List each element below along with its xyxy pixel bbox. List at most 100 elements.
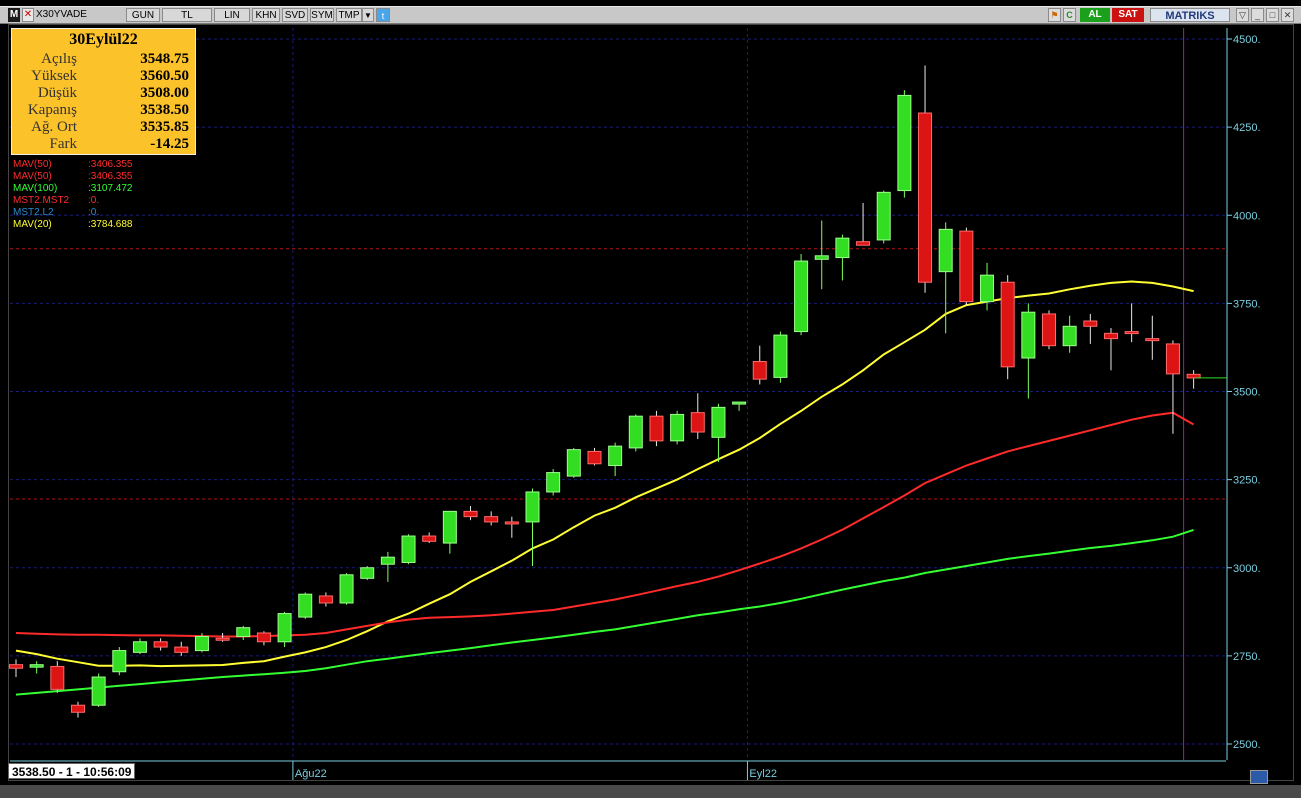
candle-body-up	[360, 567, 375, 579]
legend-entry[interactable]: MST2.L2 :0.	[13, 207, 99, 219]
candle	[608, 442, 623, 477]
candle-body-up	[132, 641, 147, 653]
candle	[484, 511, 499, 526]
candle	[1103, 328, 1118, 371]
candle	[876, 190, 891, 244]
legend-label: MST2.L2	[13, 207, 54, 218]
legend-entry[interactable]: MAV(100):3107.472	[13, 183, 133, 195]
legend-entry[interactable]: MAV(20):3784.688	[13, 219, 133, 231]
candle-body-up	[814, 255, 829, 260]
candle-body-up	[628, 415, 643, 449]
legend-label: MAV(50)	[13, 171, 52, 182]
candle-body-down	[1042, 313, 1056, 347]
candle-body-up	[194, 635, 209, 652]
legend-entry[interactable]: MAV(50):3406.355	[13, 171, 133, 183]
candle-body-down	[484, 516, 499, 523]
candle	[628, 414, 643, 452]
candle	[339, 573, 354, 605]
info-date: 30Eylül22	[69, 31, 138, 48]
candle-body-up	[876, 191, 891, 241]
candle	[897, 90, 912, 198]
candle	[1000, 275, 1015, 380]
legend-entry[interactable]: MAV(50):3406.355	[13, 159, 133, 171]
candle-body-down	[50, 665, 65, 690]
candle-body-up	[236, 627, 251, 637]
y-tick-label: 3250.	[1233, 475, 1261, 487]
status-readout: 3538.50 - 1 - 10:56:09	[8, 763, 136, 779]
info-value: 3560.50	[140, 68, 189, 84]
y-tick-label: 2500.	[1233, 739, 1261, 751]
candle-body-up	[91, 676, 106, 706]
x-tick-label: Eyl22	[749, 768, 777, 780]
candle-body-down	[856, 241, 871, 246]
candle-body-down	[649, 415, 664, 442]
candle-body-up	[112, 650, 127, 673]
candle	[1165, 340, 1180, 434]
candle	[132, 638, 147, 655]
moving-average-lines	[15, 280, 1195, 696]
y-tick-label: 3750.	[1233, 298, 1261, 310]
candle	[773, 331, 788, 383]
legend-label: MAV(50)	[13, 159, 52, 170]
candle	[256, 631, 271, 646]
candle-body-up	[670, 413, 685, 442]
candle	[566, 447, 581, 478]
candle	[670, 410, 685, 445]
candle	[29, 661, 44, 674]
candle	[918, 65, 933, 293]
candle	[1186, 370, 1201, 389]
candle-body-up	[525, 491, 540, 523]
candle-body-down	[153, 641, 168, 648]
candle	[360, 565, 375, 581]
info-row-high: Yüksek 3560.50	[12, 68, 195, 85]
candle	[525, 488, 540, 566]
candle-body-down	[70, 704, 85, 713]
candle	[298, 592, 313, 619]
candle	[1145, 315, 1160, 360]
legend-entry[interactable]: MST2.MST2:0.	[13, 195, 99, 207]
candle-body-down	[256, 632, 271, 643]
candle	[752, 345, 767, 385]
candle-body-up	[980, 274, 995, 303]
candle-body-up	[897, 94, 912, 192]
candle-body-up	[938, 228, 953, 273]
candle-body-up	[277, 613, 292, 643]
info-label: Açılış	[41, 51, 77, 67]
candle-body-up	[401, 535, 416, 563]
candle-body-down	[1165, 343, 1180, 375]
candle	[277, 611, 292, 648]
candle-body-down	[174, 646, 189, 653]
info-row-diff: Fark -14.25	[12, 136, 195, 153]
candle-body-up	[380, 556, 395, 565]
candle	[70, 701, 85, 718]
y-tick-label: 4250.	[1233, 122, 1261, 134]
info-label: Fark	[49, 136, 78, 152]
candle	[1124, 303, 1139, 343]
candle-body-down	[1145, 338, 1160, 342]
candle-body-up	[608, 445, 623, 467]
x-tick-label: Ağu22	[295, 768, 327, 780]
candle-body-up	[732, 401, 747, 405]
candle	[112, 647, 127, 676]
candle	[380, 551, 395, 582]
candle	[1083, 313, 1098, 344]
candle	[9, 659, 23, 678]
candle	[835, 234, 850, 281]
candle	[711, 403, 726, 462]
y-tick-label: 4000.	[1233, 210, 1261, 222]
candle-body-up	[566, 449, 581, 477]
scroll-settings-icon[interactable]	[1250, 770, 1268, 784]
candle	[442, 510, 457, 554]
moving-average-line	[15, 280, 1194, 668]
candle-body-down	[1186, 373, 1201, 379]
info-row-open: Açılış 3548.75	[12, 51, 195, 68]
candle	[690, 393, 705, 440]
info-value: -14.25	[150, 136, 189, 152]
candle-body-up	[298, 593, 313, 618]
y-tick-label: 2750.	[1233, 651, 1261, 663]
candle	[174, 641, 189, 656]
legend-value: :3107.472	[88, 183, 133, 194]
info-row-close: Kapanış 3538.50	[12, 102, 195, 119]
legend-value: :0.	[88, 207, 100, 218]
candle	[318, 592, 333, 607]
